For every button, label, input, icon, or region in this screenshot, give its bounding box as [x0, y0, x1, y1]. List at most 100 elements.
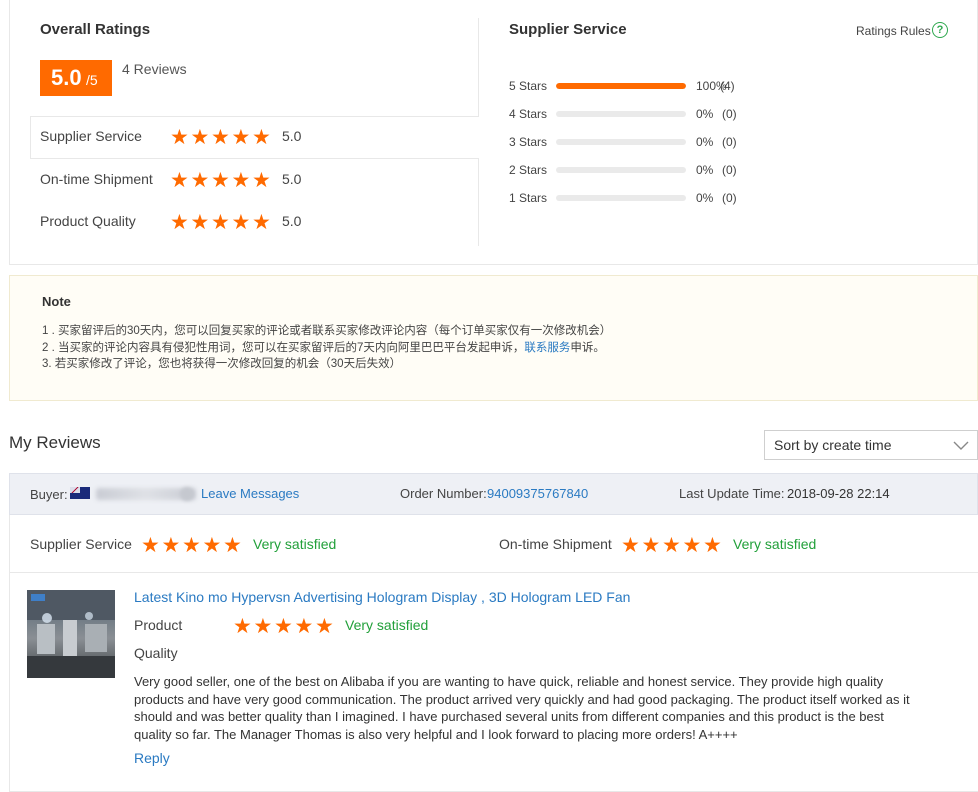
flag-icon: [70, 487, 90, 499]
star-icon: ★: [294, 615, 314, 638]
star-level-label: 2 Stars: [509, 163, 548, 177]
star-level-label: 5 Stars: [509, 79, 548, 93]
note-line-text: 申诉。: [570, 342, 605, 354]
supplier-service-title: Supplier Service: [509, 21, 627, 38]
score-max: /5: [86, 72, 98, 88]
star-icon: ★: [315, 615, 334, 638]
note-line: 2 . 当买家的评论内容具有侵犯性用词，您可以在买家留评后的7天内向阿里巴巴平台…: [42, 339, 605, 355]
satisfaction-text: Very satisfied: [733, 536, 817, 552]
rating-stars: ★★★★★: [170, 212, 273, 233]
star-icon: ★: [211, 211, 230, 234]
sort-select-value: Sort by create time: [774, 437, 892, 453]
star-level-label: 3 Stars: [509, 135, 548, 149]
review-body: Very good seller, one of the best on Ali…: [134, 674, 910, 742]
rating-stars: ★★★★★: [141, 535, 244, 556]
star-level-count: (4): [720, 79, 735, 93]
rating-stars: ★★★★★: [170, 170, 273, 191]
star-icon: ★: [202, 534, 222, 557]
star-icon: ★: [274, 615, 293, 638]
note-panel: [9, 275, 978, 401]
star-level-percent: 0%: [696, 163, 714, 177]
contact-service-link[interactable]: 联系服务: [524, 342, 570, 354]
satisfaction-text: Very satisfied: [345, 617, 429, 633]
leave-messages-link[interactable]: Leave Messages: [201, 486, 299, 501]
reply-link[interactable]: Reply: [134, 750, 170, 766]
product-image: [27, 590, 115, 678]
star-icon: ★: [141, 534, 160, 557]
star-icon: ★: [703, 534, 722, 557]
rating-row-value: 5.0: [282, 171, 302, 187]
note-line-text: 2 . 当买家的评论内容具有侵犯性用词，您可以在买家留评后的7天内向阿里巴巴平台…: [42, 342, 525, 354]
product-quality-label: Quality: [134, 645, 178, 661]
star-level-percent: 0%: [696, 107, 714, 121]
rating-row-label: Supplier Service: [40, 128, 142, 144]
star-level-count: (0): [722, 163, 737, 177]
star-icon: ★: [231, 169, 251, 192]
star-icon: ★: [170, 126, 189, 149]
star-level-count: (0): [722, 135, 737, 149]
star-icon: ★: [190, 126, 210, 149]
star-level-bar: [556, 83, 686, 89]
star-icon: ★: [231, 126, 251, 149]
star-icon: ★: [223, 534, 242, 557]
star-level-bar: [556, 139, 686, 145]
rating-stars: ★★★★★: [233, 616, 336, 637]
supplier-service-label: Supplier Service: [30, 536, 132, 552]
star-icon: ★: [252, 211, 271, 234]
product-quality-label: Product: [134, 617, 183, 633]
star-icon: ★: [233, 615, 252, 638]
shipment-label: On-time Shipment: [499, 536, 612, 552]
rating-stars: ★★★★★: [170, 127, 273, 148]
star-icon: ★: [253, 615, 273, 638]
order-number-link[interactable]: 94009375767840: [487, 486, 588, 501]
star-icon: ★: [231, 211, 251, 234]
star-icon: ★: [641, 534, 661, 557]
sort-select[interactable]: Sort by create time: [764, 430, 978, 460]
star-icon: ★: [211, 126, 230, 149]
star-icon: ★: [252, 169, 271, 192]
star-icon: ★: [662, 534, 681, 557]
star-icon: ★: [682, 534, 702, 557]
star-level-bar-fill: [556, 83, 686, 89]
star-level-label: 4 Stars: [509, 107, 548, 121]
star-icon: ★: [621, 534, 640, 557]
rating-row-label: Product Quality: [40, 213, 136, 229]
satisfaction-text: Very satisfied: [253, 536, 337, 552]
buyer-badge-icon: [180, 487, 194, 501]
rating-stars: ★★★★★: [621, 535, 724, 556]
star-icon: ★: [182, 534, 201, 557]
product-title-link[interactable]: Latest Kino mo Hypervsn Advertising Holo…: [134, 589, 630, 605]
product-thumbnail[interactable]: [27, 590, 115, 678]
star-level-percent: 0%: [696, 135, 714, 149]
review-count: 4 Reviews: [122, 61, 187, 77]
note-title: Note: [42, 294, 71, 309]
star-level-bar: [556, 111, 686, 117]
last-update-label: Last Update Time:: [679, 486, 785, 501]
overall-ratings-title: Overall Ratings: [40, 21, 151, 38]
star-icon: ★: [190, 211, 210, 234]
last-update-value: 2018-09-28 22:14: [787, 486, 890, 501]
star-icon: ★: [211, 169, 230, 192]
star-level-percent: 0%: [696, 191, 714, 205]
buyer-label: Buyer:: [30, 487, 68, 502]
star-icon: ★: [161, 534, 181, 557]
order-number-label: Order Number:: [400, 486, 487, 501]
star-icon: ★: [170, 169, 189, 192]
rating-row-label: On-time Shipment: [40, 171, 153, 187]
my-reviews-title: My Reviews: [9, 433, 101, 452]
score-value: 5.0: [51, 65, 82, 90]
star-level-label: 1 Stars: [509, 191, 548, 205]
rating-row-value: 5.0: [282, 213, 302, 229]
note-line: 1 . 买家留评后的30天内，您可以回复买家的评论或者联系买家修改评论内容（每个…: [42, 325, 612, 337]
star-level-count: (0): [722, 107, 737, 121]
star-icon: ★: [170, 211, 189, 234]
star-level-bar: [556, 167, 686, 173]
note-line: 3. 若买家修改了评论，您也将获得一次修改回复的机会（30天后失效）: [42, 358, 402, 370]
star-icon: ★: [190, 169, 210, 192]
star-level-count: (0): [722, 191, 737, 205]
question-icon[interactable]: ?: [932, 22, 948, 38]
ratings-rules-link[interactable]: Ratings Rules: [856, 24, 931, 38]
score-badge: 5.0 /5: [40, 60, 112, 96]
star-icon: ★: [252, 126, 271, 149]
star-level-bar: [556, 195, 686, 201]
